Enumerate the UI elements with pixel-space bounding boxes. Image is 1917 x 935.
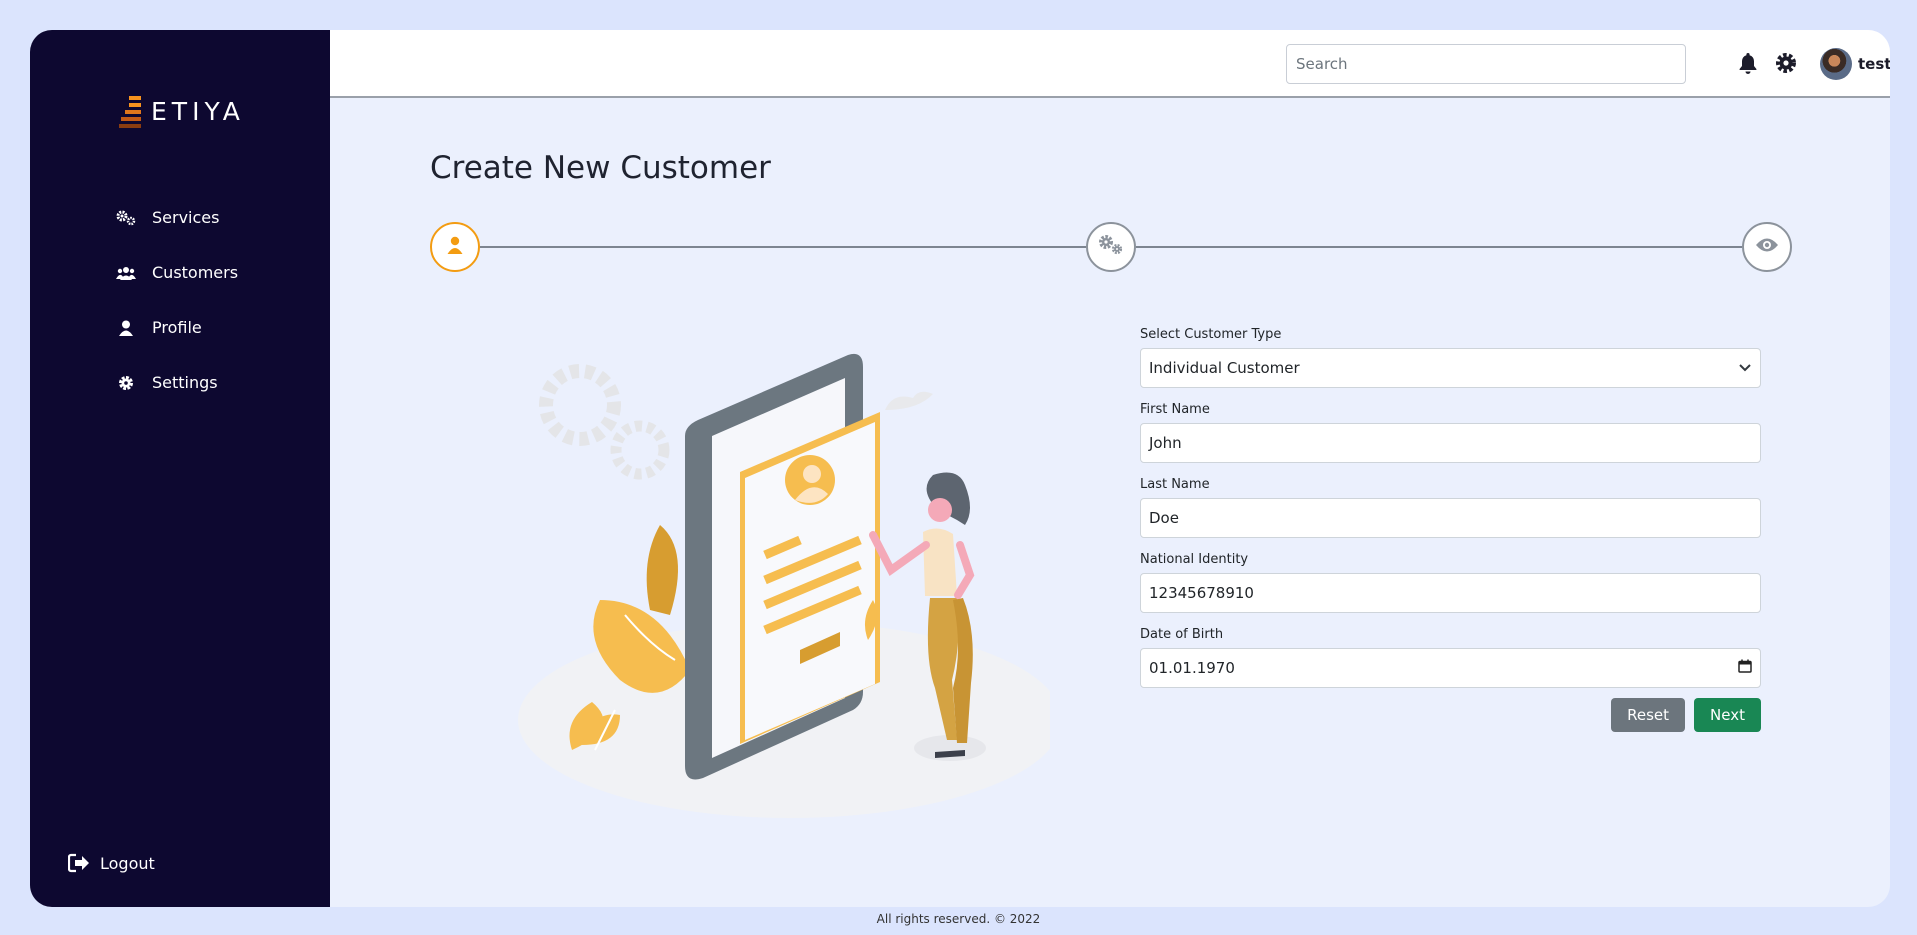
gears-icon xyxy=(1098,234,1124,260)
last-name-field: Last Name Doe xyxy=(1140,475,1761,538)
next-button[interactable]: Next xyxy=(1694,698,1761,732)
main-content: test Create New Customer xyxy=(330,30,1890,907)
sidebar-item-label: Profile xyxy=(152,318,202,337)
user-menu[interactable]: test xyxy=(1820,48,1890,80)
top-bar: test xyxy=(330,30,1890,98)
national-identity-input[interactable]: 12345678910 xyxy=(1140,573,1761,613)
step-services[interactable] xyxy=(1086,222,1136,272)
dob-field: Date of Birth 01.01.1970 xyxy=(1140,625,1761,688)
step-customer-info[interactable] xyxy=(430,222,480,272)
form-actions: Reset Next xyxy=(1140,698,1761,732)
dob-label: Date of Birth xyxy=(1140,627,1224,642)
first-name-input[interactable]: John xyxy=(1140,423,1761,463)
step-connector xyxy=(480,246,1086,248)
first-name-value: John xyxy=(1149,434,1182,452)
user-icon xyxy=(445,235,465,259)
last-name-label: Last Name xyxy=(1140,477,1210,492)
gear-icon xyxy=(116,373,140,393)
national-identity-value: 12345678910 xyxy=(1149,584,1254,602)
sidebar-item-label: Settings xyxy=(152,373,218,392)
sidebar-item-settings[interactable]: Settings xyxy=(116,355,238,410)
last-name-value: Doe xyxy=(1149,509,1179,527)
stepper xyxy=(430,222,1792,272)
customer-form: Select Customer Type Individual Customer… xyxy=(1140,325,1761,732)
sidebar-item-label: Customers xyxy=(152,263,239,282)
national-identity-label: National Identity xyxy=(1140,552,1249,567)
customer-type-value: Individual Customer xyxy=(1149,359,1300,377)
sidebar-item-label: Services xyxy=(152,208,220,227)
users-icon xyxy=(116,263,140,283)
bell-icon[interactable] xyxy=(1738,52,1758,78)
sidebar-item-profile[interactable]: Profile xyxy=(116,300,238,355)
calendar-icon[interactable] xyxy=(1738,659,1752,677)
last-name-input[interactable]: Doe xyxy=(1140,498,1761,538)
gears-icon xyxy=(116,208,140,228)
user-name: test xyxy=(1858,55,1890,73)
sidebar-nav: Services Customers Profile Settings xyxy=(116,190,238,410)
gear-icon[interactable] xyxy=(1775,52,1797,78)
search-input[interactable] xyxy=(1286,44,1686,84)
eye-icon xyxy=(1755,237,1779,257)
sidebar: ETIYA Services Customers Profile Setting… xyxy=(30,30,330,907)
logout-icon xyxy=(68,853,90,873)
logout-button[interactable]: Logout xyxy=(68,853,155,873)
avatar xyxy=(1820,48,1852,80)
app-frame: ETIYA Services Customers Profile Setting… xyxy=(30,30,1890,907)
national-identity-field: National Identity 12345678910 xyxy=(1140,550,1761,613)
brand-logo[interactable]: ETIYA xyxy=(115,94,245,128)
reset-button[interactable]: Reset xyxy=(1611,698,1686,732)
user-icon xyxy=(116,318,140,338)
etiya-logo-mark-icon xyxy=(115,94,145,128)
sidebar-item-customers[interactable]: Customers xyxy=(116,245,238,300)
footer-copyright: All rights reserved. © 2022 xyxy=(876,912,1041,926)
customer-type-field: Select Customer Type Individual Customer xyxy=(1140,325,1761,388)
logout-label: Logout xyxy=(100,853,155,873)
dob-input[interactable]: 01.01.1970 xyxy=(1140,648,1761,688)
step-connector xyxy=(1136,246,1742,248)
customer-type-label: Select Customer Type xyxy=(1140,327,1282,342)
first-name-label: First Name xyxy=(1140,402,1210,417)
brand-name: ETIYA xyxy=(151,96,245,126)
chevron-down-icon xyxy=(1738,359,1752,377)
sidebar-item-services[interactable]: Services xyxy=(116,190,238,245)
dob-value: 01.01.1970 xyxy=(1149,659,1235,677)
first-name-field: First Name John xyxy=(1140,400,1761,463)
page-title: Create New Customer xyxy=(430,150,771,186)
customer-type-select[interactable]: Individual Customer xyxy=(1140,348,1761,388)
onboarding-illustration xyxy=(490,350,1062,850)
step-review[interactable] xyxy=(1742,222,1792,272)
